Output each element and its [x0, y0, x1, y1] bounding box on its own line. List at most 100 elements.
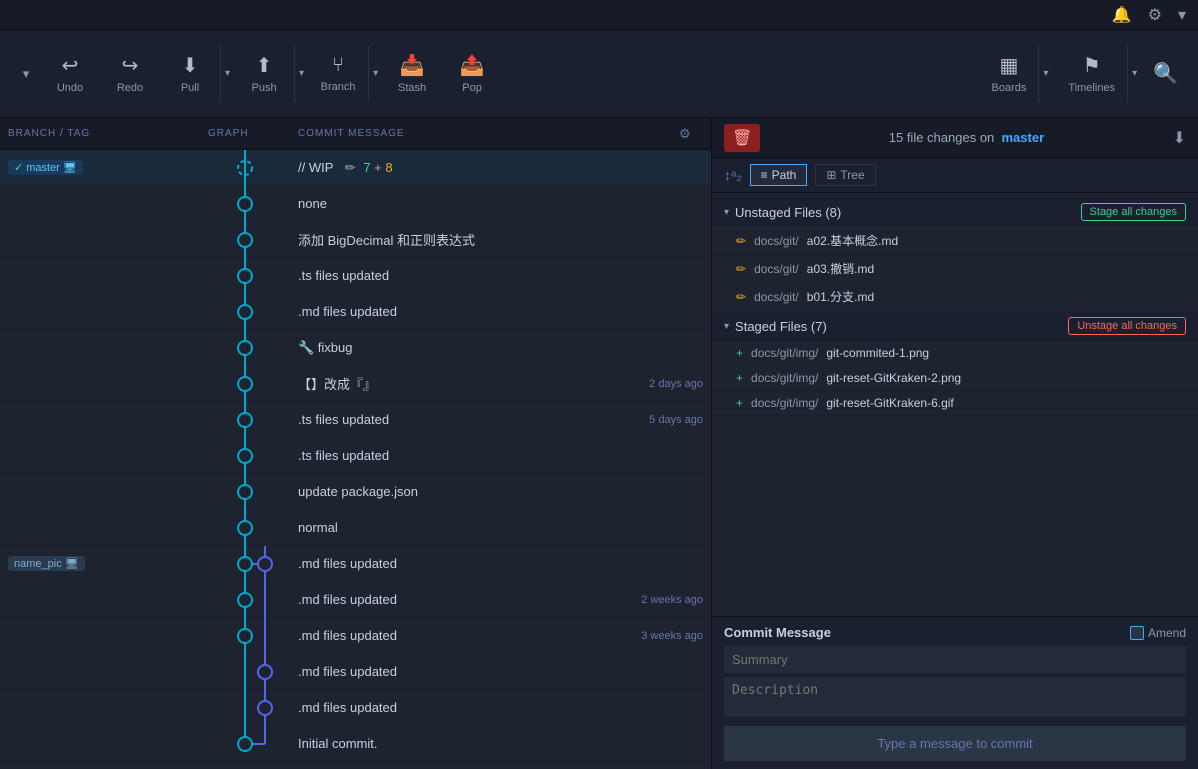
table-row[interactable]: .md files updated	[0, 294, 711, 330]
file-path: docs/git/	[754, 262, 799, 276]
push-label: Push	[251, 82, 276, 94]
sort-icon[interactable]: ↕ᵃ₂	[724, 167, 742, 183]
commit-message-label: Commit Message	[724, 625, 831, 640]
commit-message-area: Commit Message Amend Type a message to c…	[712, 616, 1198, 769]
added-icon: +	[736, 396, 743, 410]
stage-all-button[interactable]: Stage all changes	[1081, 203, 1186, 221]
changes-panel: ▾ Unstaged Files (8) Stage all changes ✏…	[712, 193, 1198, 616]
boards-dropdown-arrow[interactable]: ▾	[1038, 45, 1052, 102]
table-row[interactable]: Initial commit.	[0, 726, 711, 762]
table-row[interactable]: 添加 BigDecimal 和正则表达式	[0, 222, 711, 258]
table-row[interactable]: 【】改成『』 2 days ago	[0, 366, 711, 402]
unstaged-title: Unstaged Files (8)	[735, 205, 841, 220]
topbar: 🔔 ⚙ ▾	[0, 0, 1198, 30]
pull-icon: ⬇	[182, 53, 199, 78]
table-row[interactable]: none	[0, 186, 711, 222]
list-item[interactable]: ✏ docs/git/b01.分支.md	[712, 283, 1198, 311]
undo-icon: ↩	[62, 53, 79, 78]
sort-view-bar: ↕ᵃ₂ ≡ Path ⊞ Tree	[712, 158, 1198, 193]
list-item[interactable]: ✏ docs/git/a03.撤销.md	[712, 255, 1198, 283]
push-group: ⬆ Push ▾	[234, 45, 308, 102]
pop-label: Pop	[462, 82, 482, 94]
table-row[interactable]: normal	[0, 510, 711, 546]
timelines-button[interactable]: ⚑ Timelines	[1056, 45, 1127, 102]
table-row[interactable]: .ts files updated	[0, 258, 711, 294]
unstaged-section-header[interactable]: ▾ Unstaged Files (8) Stage all changes	[712, 197, 1198, 227]
table-row[interactable]: .md files updated	[0, 690, 711, 726]
bell-icon[interactable]: 🔔	[1112, 5, 1132, 25]
file-path: docs/git/	[754, 234, 799, 248]
unstaged-chevron-icon: ▾	[724, 207, 729, 218]
pull-button[interactable]: ⬇ Pull	[160, 45, 220, 102]
added-icon: +	[736, 371, 743, 385]
stash-icon: 📥	[400, 53, 425, 78]
boards-button[interactable]: ▦ Boards	[980, 45, 1039, 102]
modified-icon: ✏	[736, 290, 746, 304]
pull-label: Pull	[181, 82, 199, 94]
staged-title: Staged Files (7)	[735, 319, 827, 334]
file-name: git-commited-1.png	[826, 346, 929, 360]
name-pic-branch-tag[interactable]: name_pic 🖥	[8, 556, 85, 571]
undo-label: Undo	[57, 82, 83, 94]
undo-button[interactable]: ↩ Undo	[40, 45, 100, 102]
graph-settings-icon[interactable]: ⚙	[679, 126, 703, 142]
modified-icon: ✏	[736, 234, 746, 248]
chevron-down-icon[interactable]: ▾	[1178, 5, 1186, 25]
redo-label: Redo	[117, 82, 143, 94]
main-area: BRANCH / TAG GRAPH COMMIT MESSAGE ⚙ ✓ ma…	[0, 118, 1198, 769]
file-name: a03.撤销.md	[807, 260, 874, 277]
list-item[interactable]: ✏ docs/git/a02.基本概念.md	[712, 227, 1198, 255]
file-path: docs/git/img/	[751, 371, 818, 385]
amend-label: Amend	[1130, 626, 1186, 640]
table-row[interactable]: .md files updated 2 weeks ago	[0, 582, 711, 618]
search-button[interactable]: 🔍	[1145, 53, 1186, 94]
file-changes-info: 15 file changes on master	[768, 130, 1164, 145]
table-row[interactable]: ✓ master 🖥 // WIP ✏ 7 + 8	[0, 150, 711, 186]
list-item[interactable]: + docs/git/img/git-reset-GitKraken-6.gif	[712, 391, 1198, 416]
file-name: git-reset-GitKraken-6.gif	[826, 396, 953, 410]
timelines-icon: ⚑	[1083, 53, 1101, 78]
pop-button[interactable]: 📤 Pop	[442, 45, 502, 102]
table-row[interactable]: name_pic 🖥 .md files updated	[0, 546, 711, 582]
graph-header: BRANCH / TAG GRAPH COMMIT MESSAGE ⚙	[0, 118, 711, 150]
tree-view-tab[interactable]: ⊞ Tree	[815, 164, 875, 186]
branch-label: Branch	[321, 81, 356, 93]
tree-view-icon: ⊞	[826, 168, 836, 182]
redo-button[interactable]: ↪ Redo	[100, 45, 160, 102]
push-button[interactable]: ⬆ Push	[234, 45, 294, 102]
download-button[interactable]: ⬇	[1173, 128, 1186, 148]
file-path: docs/git/img/	[751, 396, 818, 410]
commit-button[interactable]: Type a message to commit	[724, 726, 1186, 761]
staged-section-header[interactable]: ▾ Staged Files (7) Unstage all changes	[712, 311, 1198, 341]
table-row[interactable]: 🔧 fixbug	[0, 330, 711, 366]
delete-button[interactable]: 🗑	[724, 124, 760, 152]
commit-col-header: COMMIT MESSAGE	[298, 128, 679, 139]
pull-dropdown-arrow[interactable]: ▾	[220, 45, 234, 102]
push-dropdown-arrow[interactable]: ▾	[294, 45, 308, 102]
table-row[interactable]: .md files updated	[0, 654, 711, 690]
boards-group: ▦ Boards ▾	[980, 45, 1053, 102]
unstage-all-button[interactable]: Unstage all changes	[1068, 317, 1186, 335]
description-input[interactable]	[724, 677, 1186, 717]
table-row[interactable]: .md files updated 3 weeks ago	[0, 618, 711, 654]
settings-icon[interactable]: ⚙	[1148, 5, 1162, 25]
branch-button[interactable]: ⑂ Branch	[308, 46, 368, 101]
list-item[interactable]: + docs/git/img/git-reset-GitKraken-2.png	[712, 366, 1198, 391]
stash-label: Stash	[398, 82, 426, 94]
file-name: b01.分支.md	[807, 288, 874, 305]
timelines-dropdown-arrow[interactable]: ▾	[1127, 45, 1141, 102]
path-view-tab[interactable]: ≡ Path	[750, 164, 808, 186]
toolbar-dropdown[interactable]: ▾	[12, 30, 40, 118]
table-row[interactable]: .ts files updated 5 days ago	[0, 402, 711, 438]
stash-button[interactable]: 📥 Stash	[382, 45, 442, 102]
amend-checkbox[interactable]	[1130, 626, 1144, 640]
branch-group: ⑂ Branch ▾	[308, 46, 382, 101]
table-row[interactable]: update package.json	[0, 474, 711, 510]
commit-list: ✓ master 🖥 // WIP ✏ 7 + 8	[0, 150, 711, 769]
list-item[interactable]: + docs/git/img/git-commited-1.png	[712, 341, 1198, 366]
table-row[interactable]: .ts files updated	[0, 438, 711, 474]
branch-dropdown-arrow[interactable]: ▾	[368, 46, 382, 101]
file-changes-panel: 🗑 15 file changes on master ⬇ ↕ᵃ₂ ≡ Path…	[712, 118, 1198, 769]
summary-input[interactable]	[724, 646, 1186, 673]
master-branch-tag[interactable]: ✓ master 🖥	[8, 160, 83, 175]
